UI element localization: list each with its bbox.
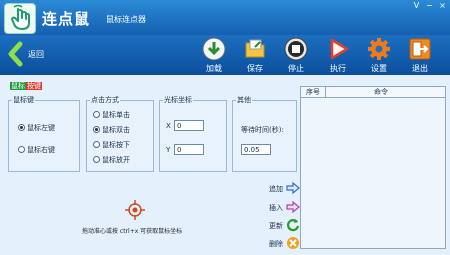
play-icon (330, 38, 349, 60)
section-header-part1: 鼠标 (10, 82, 26, 90)
radio-label: 鼠标按下 (102, 141, 130, 149)
y-coordinate-input[interactable]: 0 (174, 144, 204, 155)
crosshair-hint: 拖动准心或按 ctrl+x 可获取鼠标坐标 (82, 228, 183, 235)
save-icon (245, 39, 265, 58)
exit-label: 退出 (412, 64, 428, 73)
close-button[interactable]: × (436, 0, 449, 11)
refresh-icon (286, 219, 300, 232)
x-label: X (166, 122, 171, 130)
crosshair-target[interactable] (125, 200, 145, 222)
radio-dot (93, 156, 100, 163)
insert-arrow-icon (286, 200, 300, 214)
load-button[interactable]: 加载 (196, 35, 232, 75)
run-label: 执行 (330, 64, 346, 73)
table-header: 序号 命令 (301, 87, 445, 98)
radio-label: 鼠标单击 (102, 111, 130, 119)
column-divider (325, 87, 326, 97)
radio-dot-selected (18, 124, 25, 131)
append-label: 追加 (269, 185, 283, 193)
exit-button[interactable]: 退出 (402, 35, 438, 75)
radio-single-click[interactable]: 鼠标单击 (93, 110, 130, 120)
app-window: 连点鼠 鼠标连点器 V − × 返回 加载 保存 停止 执行 设置 退出 鼠标 … (0, 0, 450, 255)
update-label: 更新 (269, 222, 283, 230)
settings-label: 设置 (371, 64, 387, 73)
command-table[interactable]: 序号 命令 (300, 86, 446, 249)
mouse-key-group: 鼠标键 (8, 95, 80, 172)
radio-label: 鼠标左键 (27, 124, 55, 132)
section-header: 鼠标 按键 (8, 81, 44, 91)
append-arrow-icon (286, 181, 300, 195)
other-legend: 其他 (237, 96, 251, 104)
delete-button[interactable]: 删除 (269, 236, 299, 251)
radio-label: 鼠标右键 (27, 146, 55, 154)
radio-label: 鼠标双击 (102, 126, 130, 134)
radio-dot (93, 111, 100, 118)
minimize-button[interactable]: − (423, 0, 436, 11)
stop-label: 停止 (288, 64, 304, 73)
column-header-index: 序号 (306, 88, 320, 96)
title-bar: 连点鼠 鼠标连点器 V − × (0, 0, 450, 35)
save-button[interactable]: 保存 (237, 35, 273, 75)
menu-button[interactable]: V (410, 0, 423, 11)
exit-icon (409, 38, 431, 60)
app-logo (4, 3, 36, 34)
delete-icon (287, 237, 299, 249)
crosshair-icon (125, 200, 145, 220)
save-label: 保存 (247, 64, 263, 73)
cursor-position-group: 光标坐标 (159, 95, 227, 172)
x-coordinate-input[interactable]: 0 (174, 120, 204, 131)
radio-right-button[interactable]: 鼠标右键 (18, 145, 55, 155)
delete-label: 删除 (269, 240, 283, 248)
hand-cursor-icon (11, 4, 30, 30)
section-header-part2: 按键 (26, 82, 42, 90)
settings-button[interactable]: 设置 (361, 35, 397, 75)
y-label: Y (166, 146, 171, 154)
wait-time-label: 等待时间(秒): (241, 126, 284, 134)
app-subtitle: 鼠标连点器 (106, 15, 146, 24)
back-label: 返回 (28, 50, 44, 59)
append-button[interactable]: 追加 (269, 181, 300, 196)
toolbar: 返回 加载 保存 停止 执行 设置 退出 (0, 35, 450, 76)
gear-icon (368, 38, 390, 60)
back-arrow-icon (8, 41, 23, 67)
app-name: 连点鼠 (42, 10, 91, 28)
radio-dot (93, 141, 100, 148)
mouse-key-legend: 鼠标键 (13, 96, 34, 104)
radio-mouse-up[interactable]: 鼠标放开 (93, 155, 130, 165)
insert-button[interactable]: 插入 (269, 200, 300, 215)
update-button[interactable]: 更新 (269, 218, 300, 233)
radio-dot (18, 146, 25, 153)
radio-left-button[interactable]: 鼠标左键 (18, 123, 55, 133)
insert-label: 插入 (269, 204, 283, 212)
back-button[interactable]: 返回 (6, 40, 86, 68)
run-button[interactable]: 执行 (320, 35, 356, 75)
radio-mouse-down[interactable]: 鼠标按下 (93, 140, 130, 150)
wait-time-input[interactable]: 0.05 (241, 144, 271, 155)
click-mode-legend: 点击方式 (91, 96, 119, 104)
radio-label: 鼠标放开 (102, 156, 130, 164)
load-label: 加载 (206, 64, 222, 73)
column-header-command: 命令 (374, 88, 388, 96)
stop-button[interactable]: 停止 (278, 35, 314, 75)
radio-double-click[interactable]: 鼠标双击 (93, 125, 130, 135)
stop-icon (284, 37, 308, 61)
radio-dot-selected (93, 126, 100, 133)
cursor-position-legend: 光标坐标 (164, 96, 192, 104)
load-icon (202, 37, 226, 61)
